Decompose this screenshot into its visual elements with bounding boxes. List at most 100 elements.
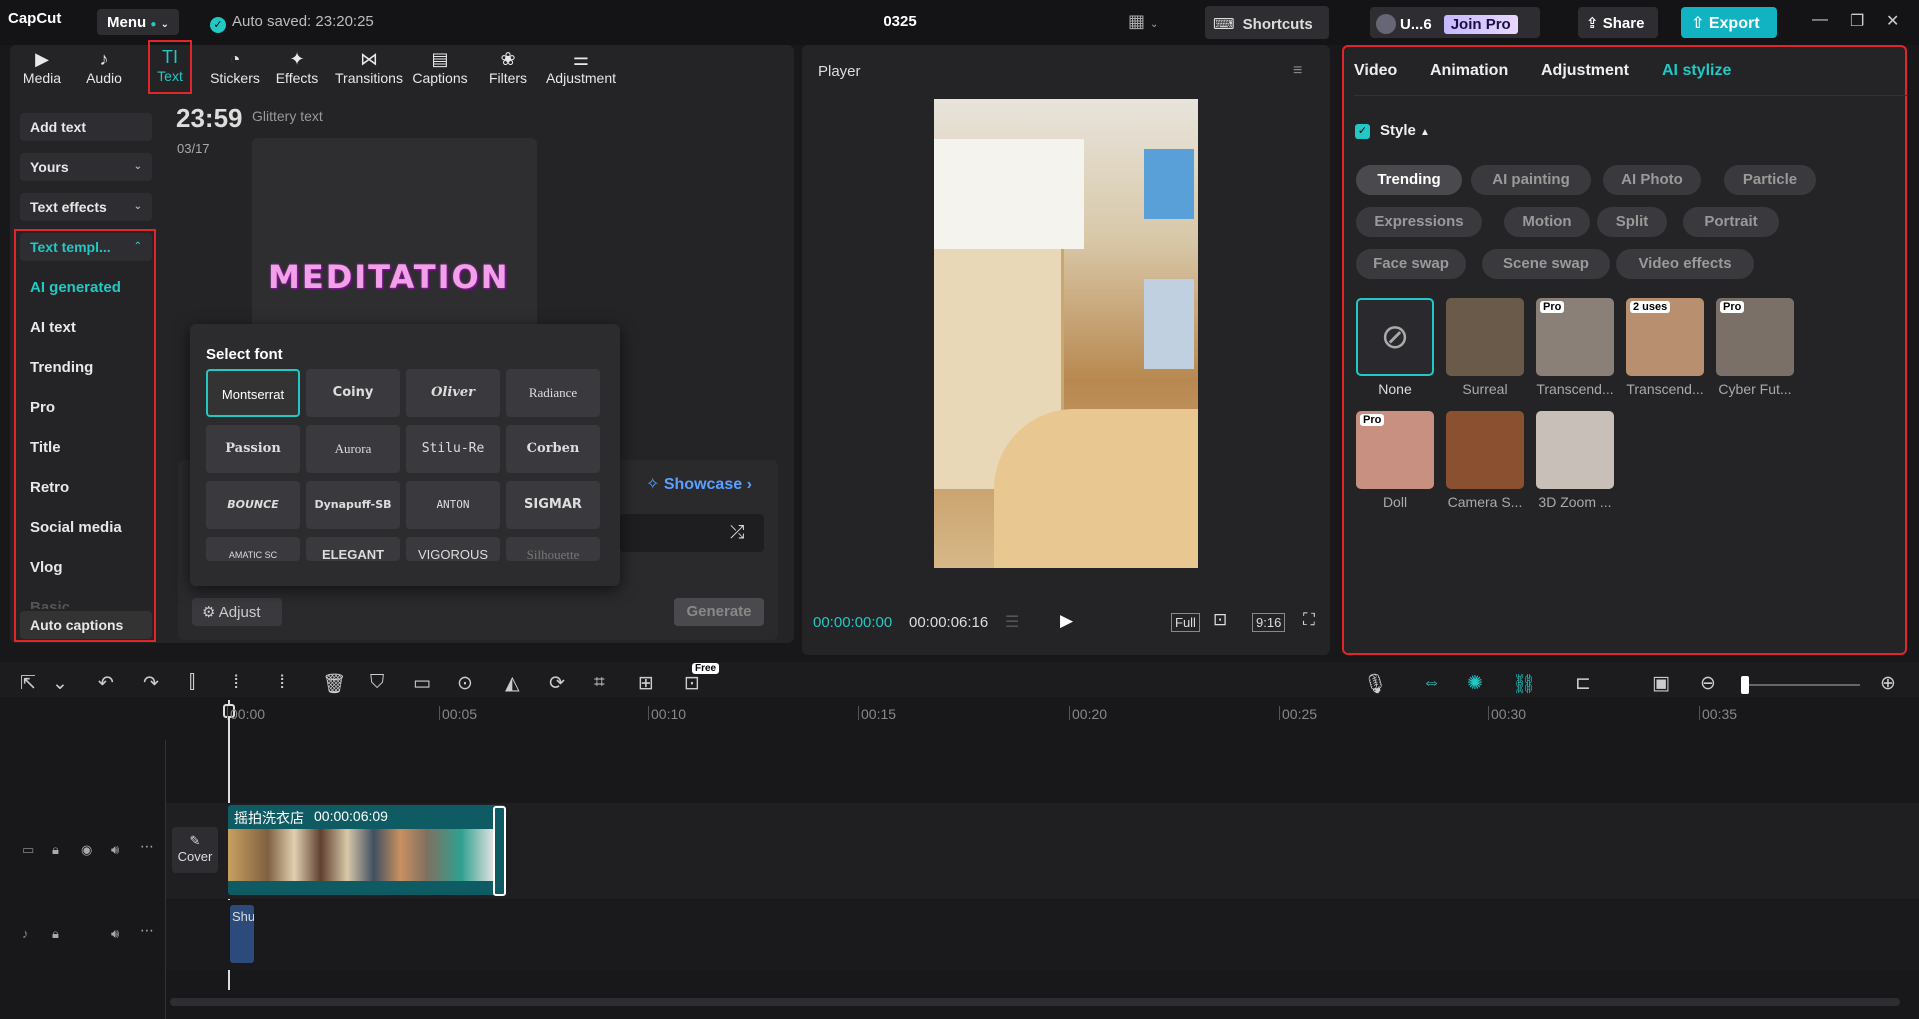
user-account[interactable]: U...6 Join Pro [1370,7,1540,38]
template-item[interactable]: AI text [30,319,76,336]
tab-text[interactable]: TI Text [148,40,192,94]
undo-icon[interactable]: ↶ [98,672,114,695]
video-preview[interactable] [934,99,1198,568]
style-thumbnail[interactable]: Pro [1536,298,1614,376]
props-tab-ai-stylize[interactable]: AI stylize [1662,62,1731,80]
template-item[interactable]: Social media [30,519,122,536]
shield-icon[interactable]: ⛉ [370,672,384,694]
lock-icon[interactable]: 🔒︎ [52,842,59,858]
style-chip[interactable]: Portrait [1683,207,1779,237]
text-templates-dropdown[interactable]: Text templ... ⌃ [20,233,152,261]
font-option[interactable]: Radiance [506,369,600,417]
shuffle-icon[interactable]: ⤮ [730,522,744,543]
font-option[interactable]: VIGOROUS [406,537,500,561]
zoom-in-icon[interactable]: ⊕ [1880,672,1896,695]
font-option[interactable]: BOUNCE [206,481,300,529]
adjust-button[interactable]: ⚙ Adjust [192,598,282,626]
font-option[interactable]: AMATIC SC [206,537,300,561]
share-button[interactable]: ⇪ Share [1578,7,1658,38]
smart-icon[interactable]: ⊡ [684,672,700,695]
split-icon[interactable]: ⫿ [189,672,195,694]
font-option[interactable]: Montserrat [206,369,300,417]
zoom-out-icon[interactable]: ⊖ [1700,672,1716,695]
zoom-fit-icon[interactable]: ⊡ [1213,610,1227,630]
freeze-icon[interactable]: ▭ [413,672,431,695]
mic-icon[interactable]: 🎙︎ [1363,672,1387,696]
style-thumbnail[interactable] [1446,411,1524,489]
template-item-basic[interactable]: Basic [30,599,70,609]
tab-effects[interactable]: ✦ Effects [270,48,324,94]
fullscreen-icon[interactable]: ⛶ [1303,610,1315,630]
style-thumbnail[interactable]: Pro [1356,411,1434,489]
style-thumbnail[interactable]: 2 uses [1626,298,1704,376]
link-icon[interactable]: ⇔ [1422,672,1441,694]
font-option[interactable]: Aurora [306,425,400,473]
zoom-slider-track[interactable] [1744,684,1860,686]
font-option[interactable]: Corben [506,425,600,473]
chain-icon[interactable]: ⛓︎ [1512,672,1536,696]
style-checkbox[interactable]: ✓ [1355,124,1370,139]
props-tab-adjustment[interactable]: Adjustment [1541,62,1629,80]
crop-plus-icon[interactable]: ⊞ [638,672,654,695]
select-icon[interactable]: ⇱ [20,672,36,695]
more-icon[interactable]: ⋯ [140,838,154,855]
crop-icon[interactable]: ⌗ [594,672,605,694]
chevron-down-icon[interactable]: ⌄ [52,672,68,695]
style-chip[interactable]: Split [1597,207,1667,237]
style-chip[interactable]: Expressions [1356,207,1482,237]
menu-button[interactable]: Menu ● ⌄ [97,9,179,35]
font-option[interactable]: ANTON [406,481,500,529]
volume-icon[interactable]: 🔊︎ [111,842,119,858]
minimize-icon[interactable]: — [1812,11,1828,29]
audio-clip[interactable]: Shu [230,905,254,963]
props-tab-video[interactable]: Video [1354,62,1397,80]
split-view-icon[interactable]: ⊏ [1575,672,1591,695]
add-text-button[interactable]: Add text [20,113,152,141]
font-option[interactable]: Silhouette [506,537,600,561]
template-item[interactable]: Vlog [30,559,63,576]
showcase-link[interactable]: ✧ Showcase › [646,474,752,494]
template-item[interactable]: Retro [30,479,69,496]
tab-adjustment[interactable]: ⚌ Adjustment [542,48,620,94]
font-option[interactable]: ELEGANT [306,537,400,561]
style-chip[interactable]: AI Photo [1603,165,1701,195]
tab-filters[interactable]: ❀ Filters [480,48,536,94]
cover-button[interactable]: ✎ Cover [172,827,218,873]
tab-media[interactable]: ▶ Media [14,48,70,94]
style-thumbnail[interactable]: Pro [1716,298,1794,376]
props-tab-animation[interactable]: Animation [1430,62,1508,80]
zoom-slider-handle[interactable] [1741,676,1749,694]
style-thumbnail[interactable] [1536,411,1614,489]
layout-icon[interactable]: ▦ ⌄ [1128,11,1158,32]
generate-button[interactable]: Generate [674,598,764,626]
delete-icon[interactable]: 🗑︎ [322,672,346,696]
style-thumbnail[interactable]: ⊘ [1356,298,1434,376]
font-option[interactable]: Stilu-Re [406,425,500,473]
split-right-icon[interactable]: ⦙ [280,672,284,694]
template-item[interactable]: Trending [30,359,93,376]
tab-captions[interactable]: ▤ Captions [411,48,469,94]
aspect-ratio-button[interactable]: 9:16 [1252,613,1286,632]
tab-stickers[interactable]: ◔ Stickers [206,48,264,94]
tab-transitions[interactable]: ⋈ Transitions [333,48,405,94]
font-option[interactable]: SIGMAR [506,481,600,529]
preview-icon[interactable]: ▣ [1652,672,1670,695]
play-icon[interactable]: ▶ [1060,611,1073,631]
font-option[interactable]: Coiny [306,369,400,417]
shortcuts-button[interactable]: ⌨ Shortcuts [1205,6,1329,39]
style-chip[interactable]: Motion [1504,207,1590,237]
template-item[interactable]: Title [30,439,61,456]
export-button[interactable]: ⇧ Export [1681,7,1777,38]
style-chip[interactable]: Scene swap [1482,249,1610,279]
lock-icon[interactable]: 🔒︎ [52,926,59,942]
yours-dropdown[interactable]: Yours ⌄ [20,153,152,181]
style-chip[interactable]: Particle [1724,165,1816,195]
volume-icon[interactable]: 🔊︎ [111,926,119,942]
rotate-icon[interactable]: ⟳ [549,672,565,695]
style-chip[interactable]: Video effects [1616,249,1754,279]
redo-icon[interactable]: ↷ [143,672,159,695]
full-quality-button[interactable]: Full [1171,613,1200,632]
magnet-icon[interactable]: ✺ [1467,672,1483,695]
timeline-scrollbar[interactable] [170,998,1900,1006]
join-pro-button[interactable]: Join Pro [1443,15,1518,34]
